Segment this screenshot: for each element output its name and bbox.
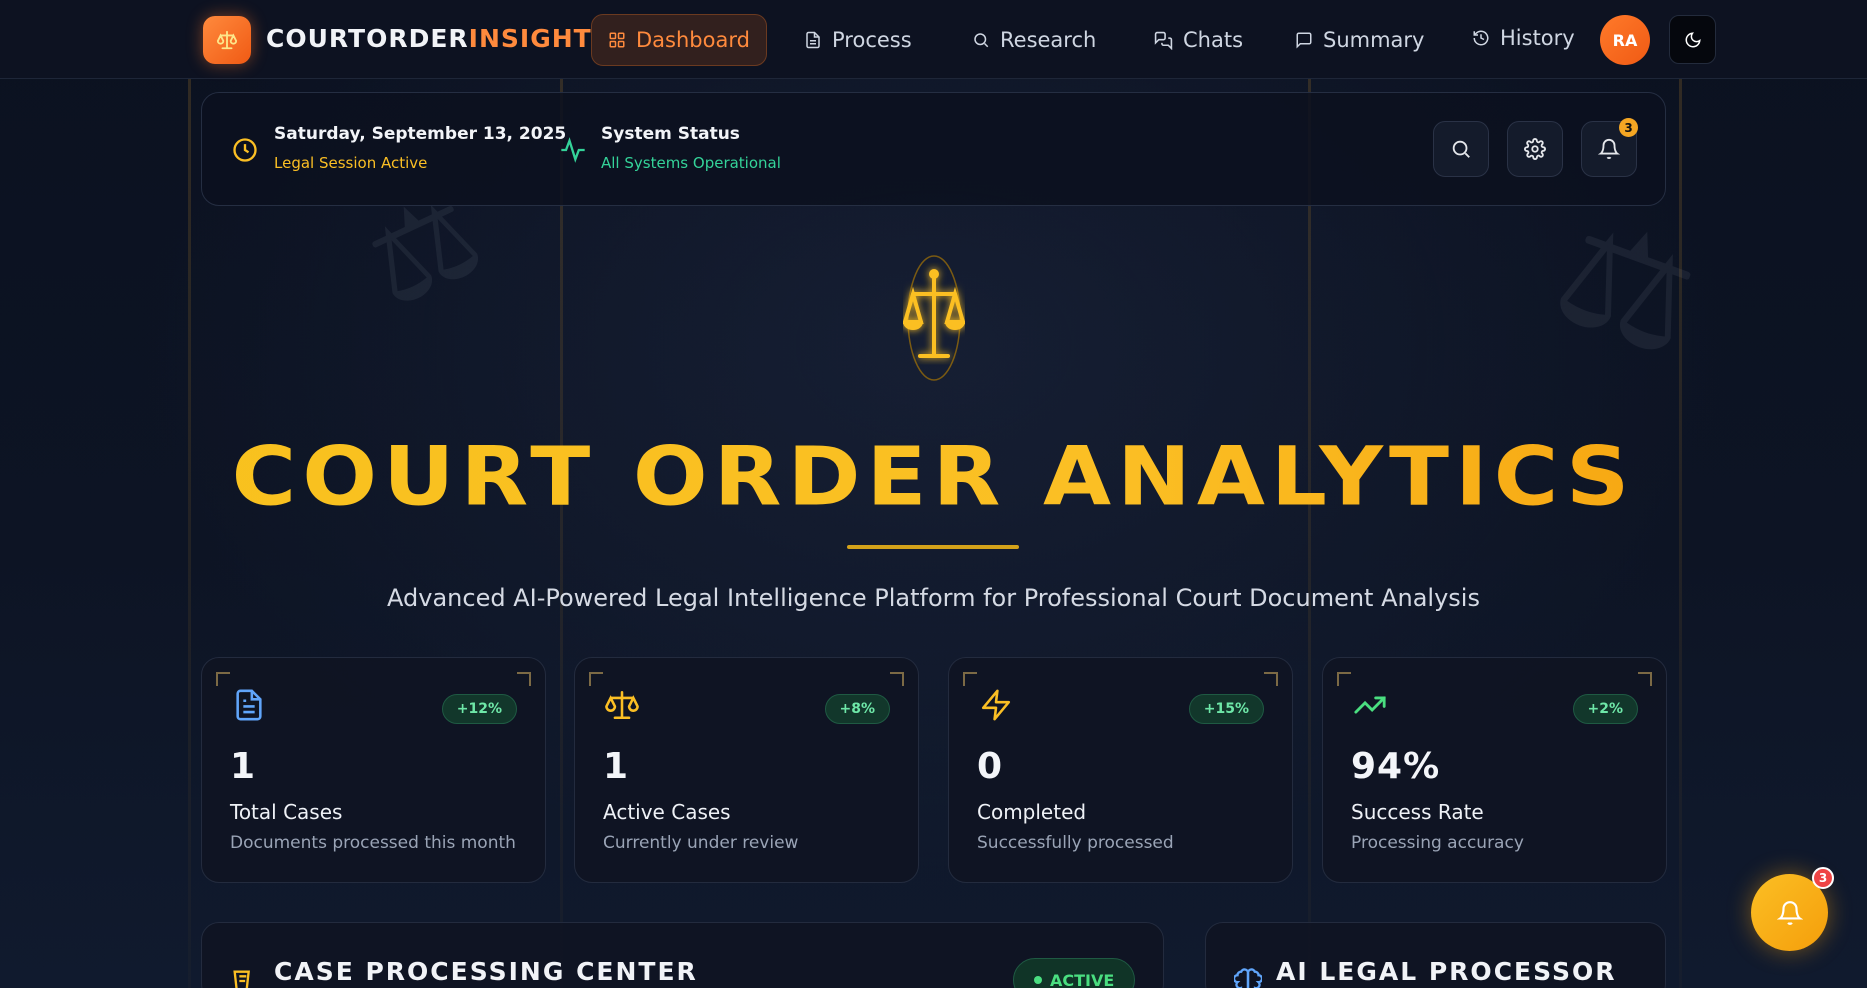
change-badge: +15% — [1188, 694, 1264, 724]
nav-label: Research — [1000, 28, 1097, 52]
stat-label: Active Cases — [603, 800, 731, 824]
scales-icon — [216, 30, 238, 50]
search-button[interactable] — [1433, 121, 1489, 177]
gear-icon — [1524, 138, 1546, 160]
history-icon — [1473, 30, 1489, 46]
settings-button[interactable] — [1507, 121, 1563, 177]
system-status-text: All Systems Operational — [601, 154, 781, 172]
nav-dashboard[interactable]: Dashboard — [591, 14, 767, 66]
grid-icon — [609, 32, 625, 48]
session-status: Legal Session Active — [274, 154, 428, 172]
scales-icon — [605, 690, 639, 720]
page-title: COURT ORDER ANALYTICS — [0, 429, 1867, 524]
stat-card-success-rate[interactable]: +2% 94% Success Rate Processing accuracy — [1322, 657, 1667, 883]
title-divider — [847, 545, 1019, 549]
document-icon — [236, 689, 262, 721]
notification-count-badge: 3 — [1619, 118, 1638, 137]
avatar[interactable]: RA — [1600, 15, 1650, 65]
stat-card-total-cases[interactable]: +12% 1 Total Cases Documents processed t… — [201, 657, 546, 883]
stat-value: 0 — [977, 746, 1004, 787]
brand-part-1: COURTORDER — [266, 24, 469, 53]
status-label: ACTIVE — [1050, 970, 1115, 988]
change-badge: +2% — [1572, 694, 1638, 724]
stat-label: Completed — [977, 800, 1087, 824]
moon-icon — [1685, 31, 1701, 47]
bell-icon — [1598, 139, 1620, 160]
stat-label: Total Cases — [230, 800, 343, 824]
current-date: Saturday, September 13, 2025 — [274, 124, 567, 144]
scales-icon — [903, 255, 965, 381]
ai-processor-panel: AI LEGAL PROCESSOR — [1205, 922, 1666, 988]
lightning-icon — [981, 689, 1011, 721]
nav-summary[interactable]: Summary — [1295, 14, 1424, 66]
search-icon — [974, 33, 989, 48]
stat-description: Processing accuracy — [1351, 833, 1524, 853]
stat-description: Currently under review — [603, 833, 799, 853]
brand-name[interactable]: COURTORDERINSIGHT — [266, 24, 592, 53]
nav-label: Dashboard — [636, 28, 750, 52]
chats-icon — [1154, 31, 1173, 50]
stat-value: 1 — [603, 746, 630, 787]
brand-part-2: INSIGHT — [468, 24, 592, 53]
change-badge: +12% — [441, 694, 517, 724]
stat-value: 1 — [230, 746, 257, 787]
nav-chats[interactable]: Chats — [1154, 14, 1243, 66]
trending-up-icon — [1354, 696, 1386, 714]
panel-title: AI LEGAL PROCESSOR — [1276, 957, 1617, 986]
floating-notification-badge: 3 — [1812, 867, 1834, 889]
clock-icon — [233, 138, 257, 162]
search-icon — [1452, 140, 1470, 158]
status-badge: ACTIVE — [1013, 958, 1135, 988]
activity-icon — [561, 137, 585, 163]
bell-icon — [1776, 900, 1803, 925]
nav-label: Process — [832, 28, 912, 52]
panel-title: CASE PROCESSING CENTER — [274, 957, 698, 986]
stat-description: Successfully processed — [977, 833, 1174, 853]
stat-card-active-cases[interactable]: +8% 1 Active Cases Currently under revie… — [574, 657, 919, 883]
nav-history[interactable]: History — [1472, 12, 1575, 64]
message-icon — [1296, 32, 1312, 49]
nav-label: Summary — [1323, 28, 1425, 52]
brain-icon — [1234, 968, 1262, 988]
stat-label: Success Rate — [1351, 800, 1484, 824]
document-icon — [806, 31, 820, 49]
nav-process[interactable]: Process — [804, 14, 912, 66]
nav-research[interactable]: Research — [972, 14, 1096, 66]
background-scales-icon: ⚖ — [1534, 182, 1721, 392]
stat-value: 94% — [1351, 746, 1441, 787]
theme-toggle-button[interactable] — [1669, 15, 1716, 64]
nav-label: Chats — [1183, 28, 1244, 52]
system-status-title: System Status — [601, 124, 740, 144]
top-navigation: COURTORDERINSIGHT Dashboard Process Rese… — [0, 0, 1867, 79]
stat-card-completed[interactable]: +15% 0 Completed Successfully processed — [948, 657, 1293, 883]
stat-description: Documents processed this month — [230, 833, 516, 853]
change-badge: +8% — [824, 694, 890, 724]
gavel-icon — [233, 970, 250, 988]
nav-label: History — [1500, 26, 1575, 50]
page-subtitle: Advanced AI-Powered Legal Intelligence P… — [387, 584, 1480, 612]
logo[interactable] — [203, 16, 251, 64]
